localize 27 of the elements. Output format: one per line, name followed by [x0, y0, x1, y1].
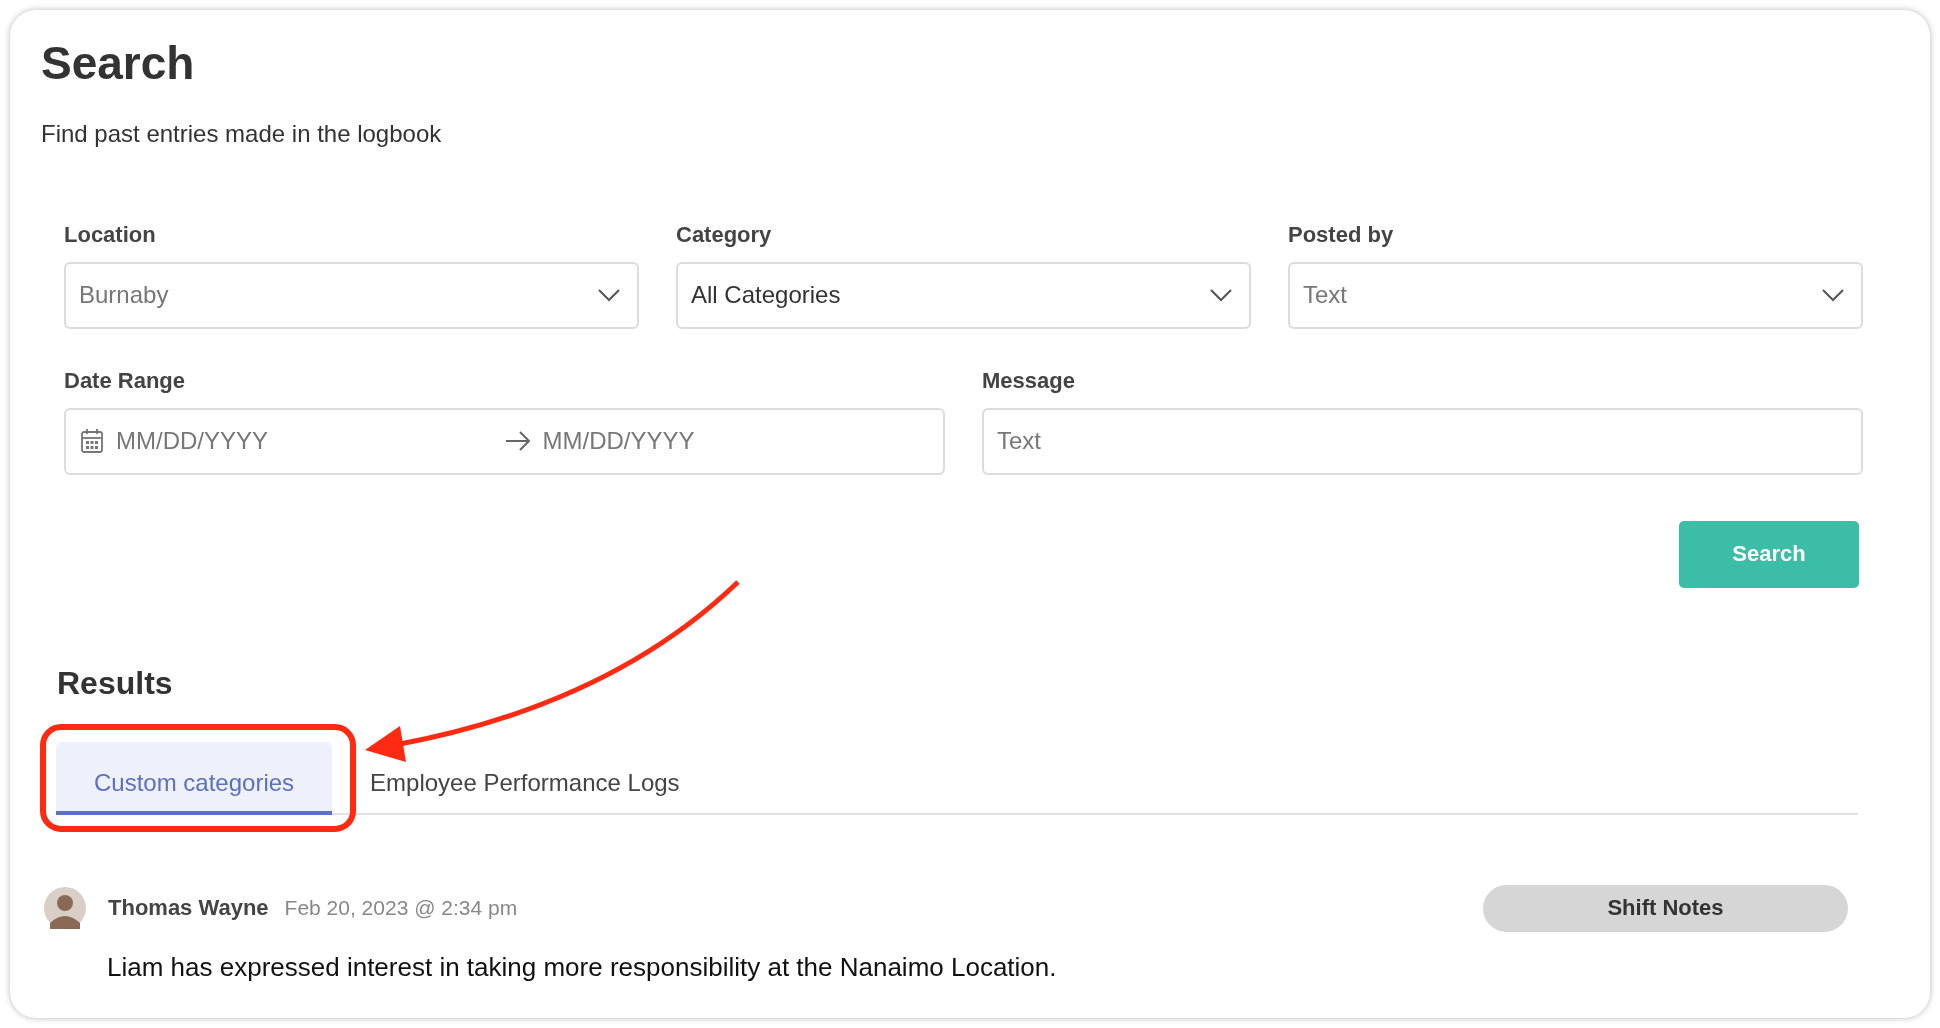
chevron-down-icon: [1821, 288, 1845, 303]
field-label: Message: [982, 367, 1076, 394]
calendar-icon: [80, 428, 104, 455]
dropdown-field[interactable]: All Categories: [676, 261, 1251, 329]
arrow-right-icon: [504, 431, 531, 452]
entry-message: Liam has expressed interest in taking more responsibility at the Nanaimo Location.: [107, 951, 1058, 983]
field-label: Posted by: [1288, 221, 1395, 248]
field-label: Location: [64, 221, 157, 248]
author-name: Thomas Wayne: [108, 895, 269, 922]
search-button[interactable]: Search: [1679, 520, 1859, 588]
dropdown-field[interactable]: Text: [1288, 261, 1863, 329]
avatar-icon: [44, 887, 86, 930]
page-subtitle: Find past entries made in the logbook: [41, 119, 443, 148]
end-date-field[interactable]: MM/DD/YYYY: [540, 426, 845, 457]
field-label: Category: [676, 221, 773, 248]
chevron-down-icon: [1209, 288, 1233, 303]
results-heading: Results: [57, 664, 174, 702]
category-tag: Shift Notes: [1483, 884, 1848, 932]
dropdown-field[interactable]: Burnaby: [64, 261, 639, 329]
chevron-down-icon: [597, 288, 621, 303]
tab[interactable]: Employee Performance Logs: [370, 741, 680, 815]
tab[interactable]: Custom categories: [56, 741, 333, 815]
message-field[interactable]: Text: [982, 407, 1863, 475]
timestamp: Feb 20, 2023 @ 2:34 pm: [284, 896, 518, 921]
start-date-field[interactable]: MM/DD/YYYY: [114, 426, 418, 457]
field-label: Date Range: [64, 367, 187, 394]
page-title: Search: [41, 38, 196, 89]
